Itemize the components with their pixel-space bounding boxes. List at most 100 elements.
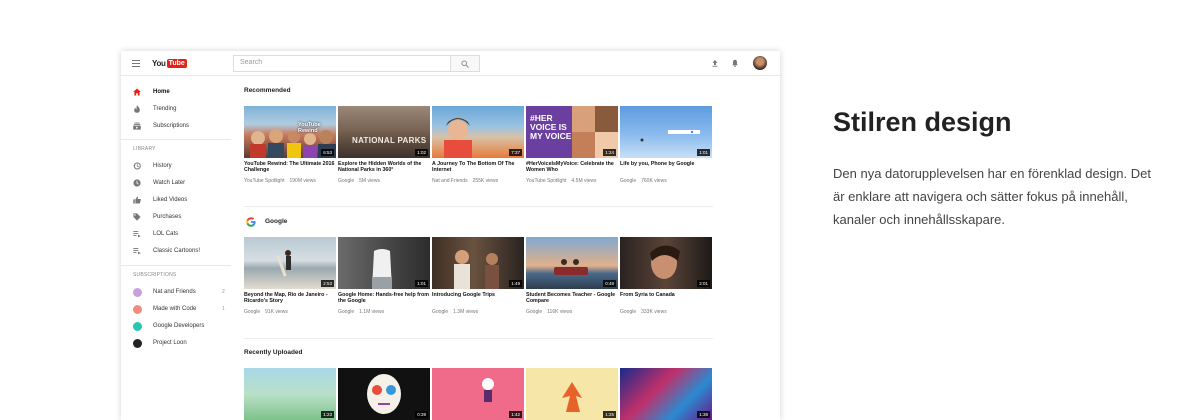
sidebar-item-trending[interactable]: Trending [121, 101, 231, 117]
channel-name[interactable]: Google [526, 309, 542, 315]
youtube-screenshot: You Tube Search Home Trending Subscripti… [121, 51, 780, 420]
sidebar-item-history[interactable]: History [121, 158, 231, 174]
sidebar-divider [121, 139, 231, 140]
sidebar-channel-project-loon[interactable]: Project Loon [121, 335, 231, 351]
channel-name[interactable]: YouTube Spotlight [526, 178, 567, 184]
video-title[interactable]: Student Becomes Teacher - Google Compare [526, 292, 618, 305]
video-meta: Google 333K views [620, 309, 712, 315]
view-count: 1.3M views [453, 309, 479, 315]
notifications-bell-icon[interactable] [731, 59, 739, 67]
thumbs-up-icon [133, 196, 141, 204]
upload-icon[interactable] [711, 59, 719, 67]
sidebar-item-liked-videos[interactable]: Liked Videos [121, 192, 231, 208]
top-bar: You Tube Search [121, 51, 780, 76]
sidebar-item-purchases[interactable]: Purchases [121, 209, 231, 225]
video-meta: Google 1.3M views [432, 309, 524, 315]
video-thumbnail[interactable]: NATIONAL PARKS 1:02 [338, 106, 430, 158]
video-thumbnail[interactable]: 1:23 [244, 368, 336, 420]
video-duration: 1:01 [415, 280, 428, 287]
channel-name[interactable]: Google [338, 309, 354, 315]
channel-new-count: 2 [222, 289, 225, 295]
view-count: 91K views [265, 309, 288, 315]
video-title[interactable]: Introducing Google Trips [432, 292, 524, 298]
search-placeholder: Search [240, 59, 263, 66]
video-title[interactable]: Explore the Hidden Worlds of the Nationa… [338, 161, 430, 174]
video-title[interactable]: #HerVoiceIsMyVoice: Celebrate the Women … [526, 161, 618, 174]
video-thumbnail[interactable]: 1:25 [526, 368, 618, 420]
section-title-recommended[interactable]: Recommended [244, 87, 291, 94]
video-title[interactable]: Google Home: Hands-free help from the Go… [338, 292, 430, 305]
channel-name: Nat and Friends [153, 289, 196, 295]
channel-name[interactable]: Nat and Friends [432, 178, 468, 184]
video-thumbnail[interactable]: YouTube Rewind 6:53 [244, 106, 336, 158]
video-thumbnail[interactable]: 1:49 [432, 237, 524, 289]
video-thumbnail[interactable]: 1:01 [620, 106, 712, 158]
menu-icon[interactable] [132, 60, 140, 67]
sidebar-item-watch-later[interactable]: Watch Later [121, 175, 231, 191]
youtube-logo[interactable]: You Tube [152, 57, 187, 69]
view-count: 5M views [359, 178, 380, 184]
sidebar-item-home[interactable]: Home [121, 84, 231, 100]
channel-name[interactable]: YouTube Spotlight [244, 178, 285, 184]
section-title-google[interactable]: Google [265, 218, 287, 225]
video-duration: 0:48 [603, 280, 616, 287]
video-thumbnail[interactable]: 0:39 [338, 368, 430, 420]
channel-name[interactable]: Google [338, 178, 354, 184]
video-meta: Google 91K views [244, 309, 336, 315]
channel-new-count: 1 [222, 306, 225, 312]
video-thumbnail[interactable]: 2:53 [244, 237, 336, 289]
avatar[interactable] [753, 56, 767, 70]
video-duration: 1:01 [697, 149, 710, 156]
search-input[interactable]: Search [233, 55, 451, 72]
sidebar-divider [121, 265, 231, 266]
sidebar-item-label: Liked Videos [153, 197, 188, 203]
sidebar-item-subscriptions[interactable]: Subscriptions [121, 118, 231, 134]
channel-name[interactable]: Google [244, 309, 260, 315]
channel-avatar [133, 321, 142, 331]
video-duration: 1:23 [321, 411, 334, 418]
video-duration: 2:53 [321, 280, 334, 287]
sidebar-channel-google-developers[interactable]: Google Developers [121, 318, 231, 334]
view-count: 190M views [289, 178, 316, 184]
video-thumbnail[interactable]: 2:01 [620, 237, 712, 289]
view-count: 4.5M views [571, 178, 597, 184]
video-thumbnail[interactable]: 1:38 [620, 368, 712, 420]
video-thumbnail[interactable]: 1:42 [432, 368, 524, 420]
section-title-recently-uploaded[interactable]: Recently Uploaded [244, 349, 303, 356]
video-meta: Google 116K views [526, 309, 618, 315]
channel-name[interactable]: Google [620, 178, 636, 184]
video-thumbnail[interactable]: #HER VOICE IS MY VOICE 1:24 [526, 106, 618, 158]
sidebar-item-label: LOL Cats [153, 231, 179, 237]
channel-name: Made with Code [153, 306, 197, 312]
sidebar-channel-nat-and-friends[interactable]: Nat and Friends 2 [121, 284, 231, 300]
sidebar-item-label: Home [153, 89, 170, 95]
search-button[interactable] [451, 55, 480, 72]
video-duration: 1:49 [509, 280, 522, 287]
video-duration: 1:25 [603, 411, 616, 418]
channel-name[interactable]: Google [620, 309, 636, 315]
channel-name: Project Loon [153, 340, 187, 346]
channel-avatar [133, 338, 142, 348]
history-icon [133, 162, 141, 170]
home-icon [133, 88, 141, 96]
video-meta: Google 5M views [338, 178, 430, 184]
video-title[interactable]: A Journey To The Bottom Of The Internet [432, 161, 524, 174]
video-thumbnail[interactable]: 7:37 [432, 106, 524, 158]
sidebar-channel-made-with-code[interactable]: Made with Code 1 [121, 301, 231, 317]
video-title[interactable]: YouTube Rewind: The Ultimate 2016 Challe… [244, 161, 336, 174]
video-title[interactable]: Life by you, Phone by Google [620, 161, 712, 167]
sidebar-item-lol-cats[interactable]: LOL Cats [121, 226, 231, 242]
video-title[interactable]: Beyond the Map, Rio de Janeiro - Ricardo… [244, 292, 336, 305]
sidebar-item-label: Purchases [153, 214, 182, 220]
section-divider [244, 206, 713, 207]
video-duration: 1:24 [603, 149, 616, 156]
video-thumbnail[interactable]: 1:01 [338, 237, 430, 289]
video-title[interactable]: From Syria to Canada [620, 292, 712, 298]
thumbnail-caption: NATIONAL PARKS [352, 136, 427, 145]
video-duration: 6:53 [321, 149, 334, 156]
video-thumbnail[interactable]: 0:48 [526, 237, 618, 289]
channel-name[interactable]: Google [432, 309, 448, 315]
view-count: 760K views [641, 178, 667, 184]
sidebar-item-classic-cartoons[interactable]: Classic Cartoons! [121, 243, 231, 259]
subscriptions-heading: SUBSCRIPTIONS [133, 272, 177, 278]
